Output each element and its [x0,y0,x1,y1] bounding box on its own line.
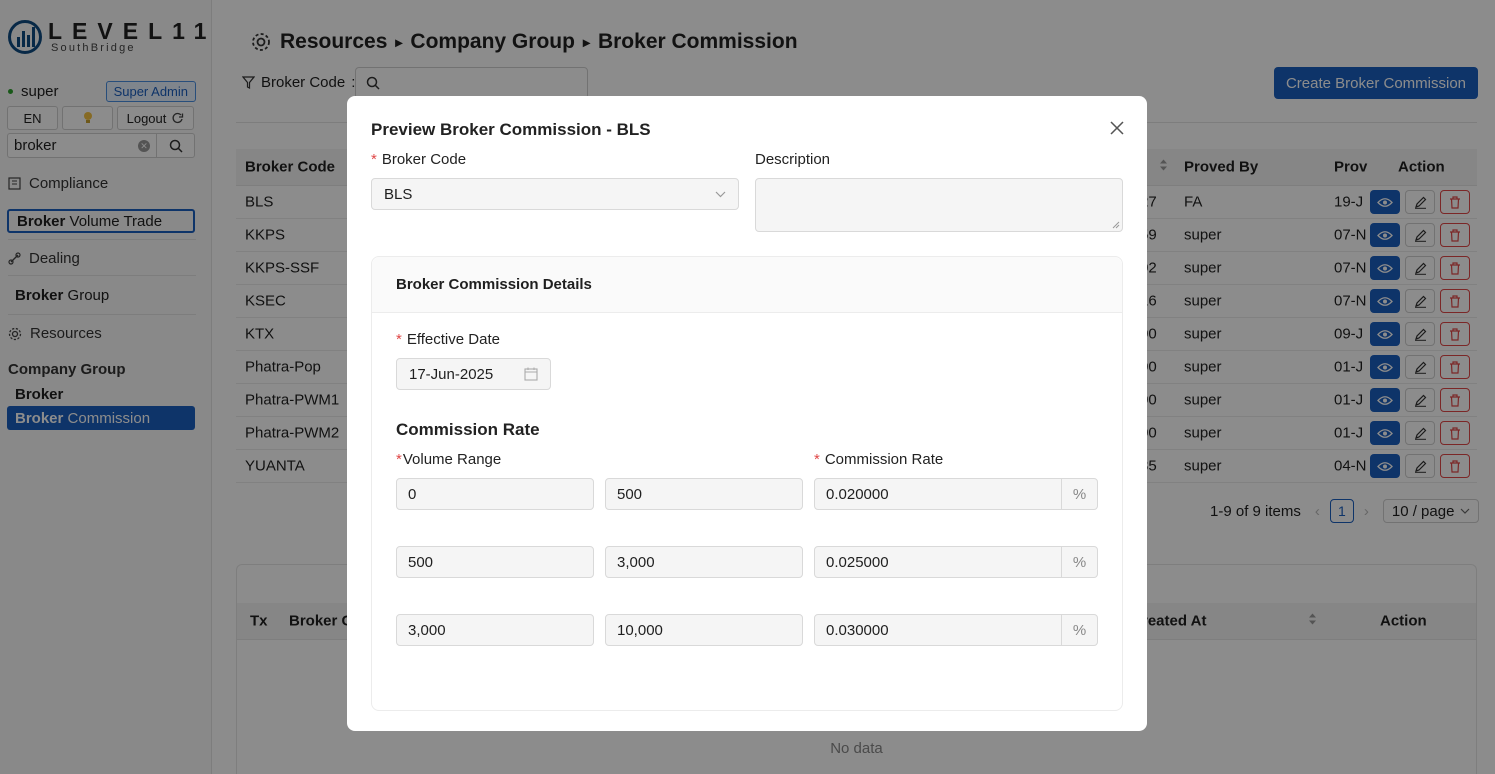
commission-rate-input[interactable]: 0.020000% [814,478,1098,510]
commission-details-card: Broker Commission Details * Effective Dat… [371,256,1123,711]
volume-from-input[interactable]: 500 [396,546,594,578]
commission-rate-input[interactable]: 0.030000% [814,614,1098,646]
commission-rate-value: 0.025000 [826,553,889,571]
commission-rate-title: Commission Rate [396,420,540,439]
volume-from-input[interactable]: 3,000 [396,614,594,646]
volume-to-input[interactable]: 10,000 [605,614,803,646]
description-label: Description [755,151,831,168]
volume-to-input[interactable]: 3,000 [605,546,803,578]
calendar-icon [524,367,538,381]
chevron-down-icon [715,191,726,197]
effective-date-label: * Effective Date [396,331,500,348]
commission-rate-value: 0.020000 [826,485,889,503]
volume-to-input[interactable]: 500 [605,478,803,510]
description-textarea[interactable] [755,178,1123,232]
percent-suffix: % [1061,479,1097,509]
effective-date-picker[interactable]: 17-Jun-2025 [396,358,551,390]
broker-code-label: * Broker Code [371,151,467,168]
volume-from-input[interactable]: 0 [396,478,594,510]
close-icon[interactable] [1110,115,1124,141]
commission-rate-label: * Commission Rate [814,451,944,468]
volume-range-label: *Volume Range [396,451,502,468]
preview-modal: Preview Broker Commission - BLS * Broker … [347,96,1147,731]
commission-rate-input[interactable]: 0.025000% [814,546,1098,578]
effective-date-value: 17-Jun-2025 [409,365,494,383]
percent-suffix: % [1061,615,1097,645]
broker-code-value: BLS [384,185,413,203]
broker-code-select[interactable]: BLS [371,178,739,210]
modal-title: Preview Broker Commission - BLS [371,120,651,139]
percent-suffix: % [1061,547,1097,577]
resize-handle-icon[interactable] [1112,221,1120,229]
commission-rate-value: 0.030000 [826,621,889,639]
card-title: Broker Commission Details [372,257,1122,313]
